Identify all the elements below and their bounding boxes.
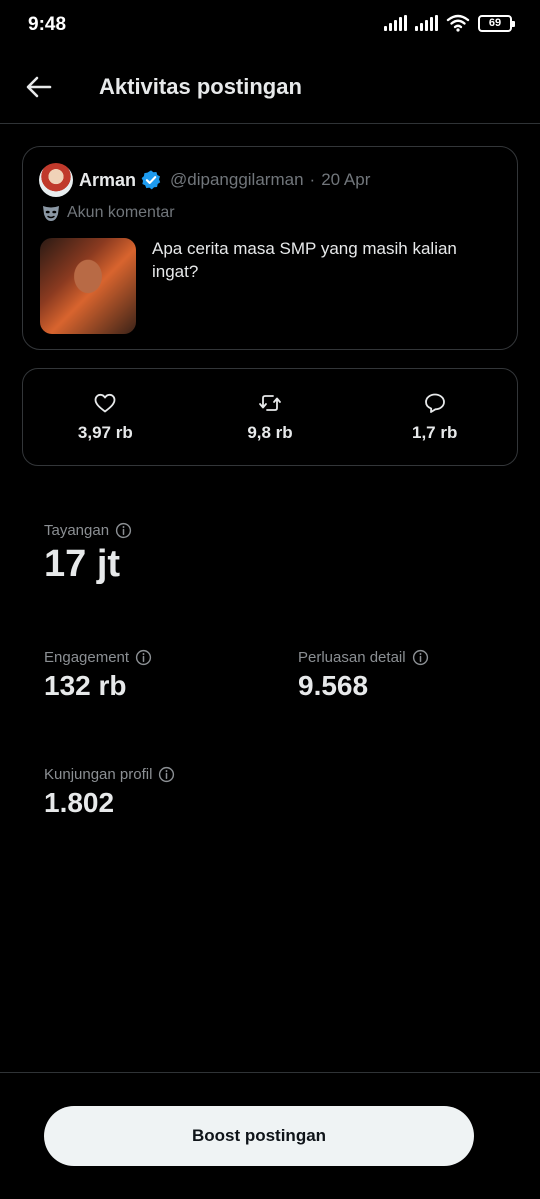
metric-engagement-label-row: Engagement [44,649,152,666]
boost-post-button[interactable]: Boost postingan [44,1106,474,1166]
post-date: 20 Apr [321,170,371,189]
post-activity-screen: 9:48 69 Aktivitas postingan Arman @dipan… [0,0,540,1199]
info-icon[interactable] [158,766,175,783]
metric-profile-label: Kunjungan profil [44,766,153,783]
author-handle: @dipanggilarman [170,170,304,189]
metric-engagement: Engagement 132 rb [44,649,152,702]
reposts-count: 9,8 rb [247,423,293,442]
post-thumbnail[interactable] [40,238,136,334]
account-note: Akun komentar [41,203,175,223]
arrow-left-icon [26,76,52,98]
battery-level: 69 [488,17,502,29]
metric-views: Tayangan 17 jt [44,522,132,586]
separator-dot: · [309,170,316,189]
heart-icon [94,393,116,413]
metric-views-label-row: Tayangan [44,522,132,539]
battery-icon: 69 [478,14,515,32]
author-name[interactable]: Arman [79,170,136,191]
mask-icon [43,206,59,221]
signal-icon [384,15,407,31]
engagement-stats-card: 3,97 rb 9,8 rb 1,7 rb [22,368,518,466]
replies-stat[interactable]: 1,7 rb [352,369,517,465]
replies-count: 1,7 rb [412,423,458,442]
status-bar: 9:48 69 [0,0,540,52]
info-icon[interactable] [412,649,429,666]
status-time: 9:48 [28,14,67,35]
post-card[interactable]: Arman @dipanggilarman · 20 Apr Akun kome… [22,146,518,350]
metric-engagement-label: Engagement [44,649,130,666]
metric-profile-label-row: Kunjungan profil [44,766,175,783]
account-note-text: Akun komentar [67,204,175,221]
metric-engagement-value: 132 rb [44,670,127,701]
metric-profile-value: 1.802 [44,787,115,818]
footer-bar: Boost postingan [0,1072,540,1199]
info-icon[interactable] [135,649,152,666]
status-icons: 69 [384,14,515,32]
likes-stat[interactable]: 3,97 rb [23,369,188,465]
metric-detail-expansion: Perluasan detail 9.568 [298,649,429,702]
info-icon[interactable] [115,522,132,539]
repost-icon [259,395,281,411]
metric-views-label: Tayangan [44,522,110,539]
reposts-stat[interactable]: 9,8 rb [188,369,353,465]
metric-expansion-value: 9.568 [298,670,369,701]
post-header: Arman @dipanggilarman · 20 Apr [39,163,370,197]
avatar[interactable] [39,163,73,197]
back-button[interactable] [22,70,56,104]
page-header: Aktivitas postingan [0,52,540,124]
likes-count: 3,97 rb [77,423,133,442]
post-text: Apa cerita masa SMP yang masih kalian in… [152,239,457,281]
verified-badge-icon [141,170,161,190]
wifi-icon [446,14,470,32]
metric-expansion-label: Perluasan detail [298,649,406,666]
page-title: Aktivitas postingan [99,74,302,99]
metric-views-value: 17 jt [44,543,121,585]
metric-expansion-label-row: Perluasan detail [298,649,429,666]
signal-2-icon [415,15,438,31]
metric-profile-visits: Kunjungan profil 1.802 [44,766,175,819]
reply-icon [424,393,445,413]
